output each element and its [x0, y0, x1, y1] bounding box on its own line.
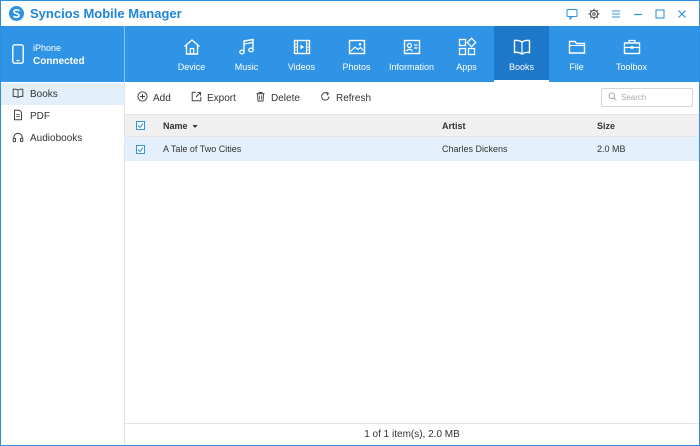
- row-checkbox[interactable]: [136, 137, 145, 161]
- phone-icon: [12, 44, 24, 67]
- nav-file[interactable]: File: [549, 26, 604, 82]
- refresh-label: Refresh: [336, 92, 372, 104]
- device-panel[interactable]: iPhone Connected: [1, 26, 125, 82]
- add-button[interactable]: Add: [137, 91, 171, 105]
- close-icon[interactable]: [673, 5, 691, 23]
- nav-information[interactable]: Information: [384, 26, 439, 82]
- status-text: 1 of 1 item(s), 2.0 MB: [364, 429, 460, 440]
- headphones-icon: [12, 131, 24, 146]
- nav-label: Information: [388, 62, 435, 72]
- trash-icon: [255, 91, 266, 105]
- table-row[interactable]: A Tale of Two Cities Charles Dickens 2.0…: [125, 137, 699, 161]
- sidebar-item-label: Audiobooks: [30, 132, 83, 144]
- sidebar: Books PDF Audiobooks: [1, 82, 125, 445]
- home-icon: [182, 37, 202, 57]
- app-window: Syncios Mobile Manager iPhone Connected …: [0, 0, 700, 446]
- music-icon: [237, 37, 257, 57]
- nav-music[interactable]: Music: [219, 26, 274, 82]
- nav-label: Apps: [456, 62, 477, 72]
- sidebar-item-label: PDF: [30, 110, 50, 122]
- toolbox-icon: [622, 37, 642, 57]
- settings-gear-icon[interactable]: [585, 5, 603, 23]
- export-icon: [191, 91, 202, 105]
- column-header-name[interactable]: Name: [163, 115, 198, 136]
- sidebar-item-books[interactable]: Books: [1, 83, 124, 105]
- apps-grid-icon: [457, 37, 477, 57]
- contact-card-icon: [402, 37, 422, 57]
- export-label: Export: [207, 92, 236, 104]
- refresh-icon: [320, 91, 331, 105]
- search-icon: [608, 92, 617, 104]
- cell-size: 2.0 MB: [597, 144, 626, 154]
- sidebar-item-audiobooks[interactable]: Audiobooks: [1, 127, 124, 149]
- folder-icon: [567, 37, 587, 57]
- sort-caret-icon: [192, 121, 198, 131]
- nav-label: Device: [177, 62, 206, 72]
- column-header-artist[interactable]: Artist: [442, 115, 466, 136]
- table-header: Name Artist Size: [125, 114, 699, 137]
- minimize-icon[interactable]: [629, 5, 647, 23]
- search-box[interactable]: [601, 88, 693, 107]
- cell-name: A Tale of Two Cities: [163, 144, 242, 154]
- app-title: Syncios Mobile Manager: [30, 6, 182, 21]
- checkbox-checked-icon: [136, 121, 145, 130]
- sidebar-item-label: Books: [30, 88, 58, 100]
- nav-toolbox[interactable]: Toolbox: [604, 26, 659, 82]
- image-icon: [347, 37, 367, 57]
- column-header-size[interactable]: Size: [597, 115, 615, 136]
- device-status: Connected: [33, 56, 85, 67]
- cell-artist: Charles Dickens: [442, 144, 508, 154]
- nav-apps[interactable]: Apps: [439, 26, 494, 82]
- nav-label: Videos: [287, 62, 316, 72]
- nav-label: Photos: [342, 62, 371, 72]
- title-bar: Syncios Mobile Manager: [1, 1, 699, 26]
- delete-button[interactable]: Delete: [255, 91, 300, 105]
- column-label-size: Size: [597, 120, 616, 131]
- nav-videos[interactable]: Videos: [274, 26, 329, 82]
- syncios-logo-icon: [9, 6, 24, 21]
- action-bar: Add Export Delete Refresh: [125, 82, 699, 114]
- nav-label: Music: [234, 62, 259, 72]
- nav-label: Books: [508, 62, 534, 72]
- book-icon: [12, 87, 24, 102]
- add-circle-icon: [137, 91, 148, 105]
- sidebar-item-pdf[interactable]: PDF: [1, 105, 124, 127]
- nav-photos[interactable]: Photos: [329, 26, 384, 82]
- search-input[interactable]: [621, 93, 691, 102]
- main-toolbar: iPhone Connected Device Music Videos Pho…: [1, 26, 699, 82]
- document-icon: [12, 109, 24, 124]
- device-name: iPhone: [33, 43, 62, 53]
- window-controls: [563, 5, 691, 23]
- checkbox-checked-icon: [136, 144, 145, 154]
- film-icon: [292, 37, 312, 57]
- nav-label: File: [569, 62, 584, 72]
- menu-icon[interactable]: [607, 5, 625, 23]
- book-icon: [512, 37, 532, 57]
- status-bar: 1 of 1 item(s), 2.0 MB: [125, 423, 699, 445]
- main-panel: Add Export Delete Refresh Search Name Ar…: [125, 82, 699, 445]
- column-label-name: Name: [163, 120, 188, 131]
- nav-label: Toolbox: [615, 62, 648, 72]
- export-button[interactable]: Export: [191, 91, 236, 105]
- category-nav: Device Music Videos Photos Information A…: [164, 26, 659, 82]
- delete-label: Delete: [271, 92, 300, 104]
- select-all-checkbox[interactable]: [136, 115, 145, 136]
- nav-device[interactable]: Device: [164, 26, 219, 82]
- add-label: Add: [153, 92, 171, 104]
- feedback-icon[interactable]: [563, 5, 581, 23]
- refresh-button[interactable]: Refresh: [320, 91, 371, 105]
- nav-books[interactable]: Books: [494, 26, 549, 82]
- maximize-icon[interactable]: [651, 5, 669, 23]
- column-label-artist: Artist: [442, 120, 466, 131]
